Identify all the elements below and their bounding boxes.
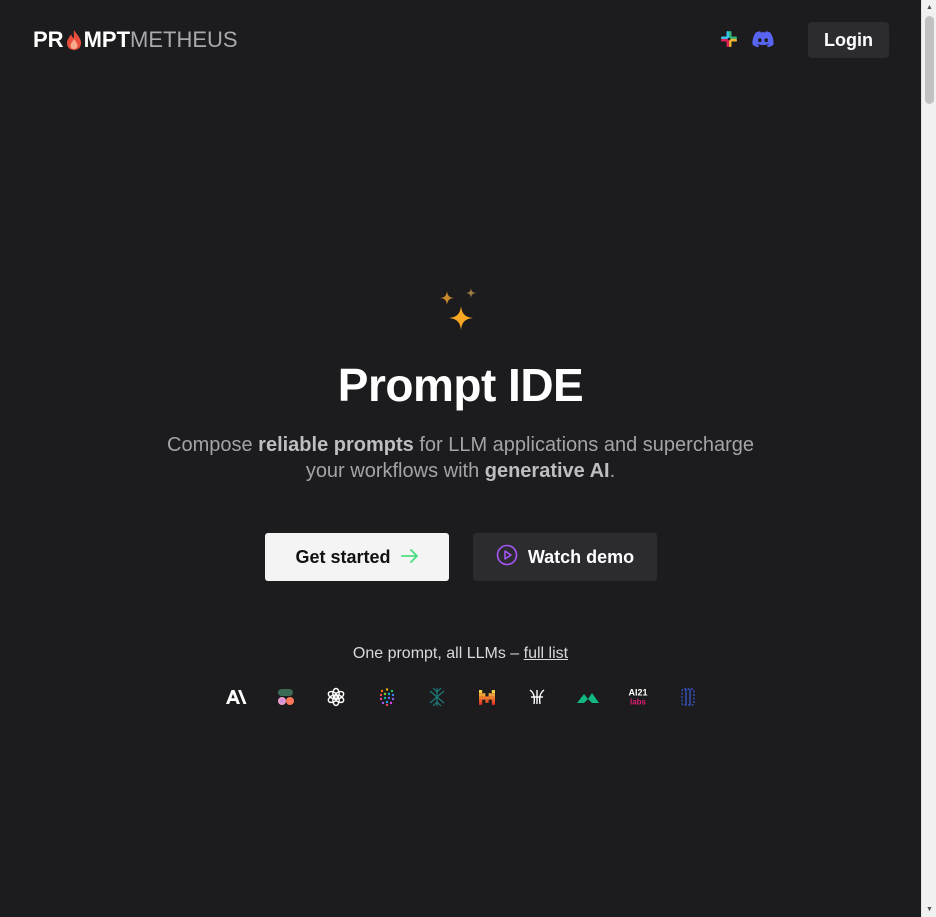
- get-started-button[interactable]: Get started: [265, 533, 449, 581]
- page: PR MPT METHEUS Login Prompt IDE Compose …: [0, 0, 921, 917]
- llm-support-text: One prompt, all LLMs –: [352, 645, 524, 662]
- full-list-link[interactable]: full list: [524, 645, 568, 662]
- llm-logo-row: AI21 labs: [224, 684, 700, 710]
- login-button[interactable]: Login: [808, 22, 889, 58]
- deepseek-icon[interactable]: [425, 685, 449, 709]
- play-circle-icon: [496, 544, 518, 571]
- scroll-down-icon[interactable]: ▼: [922, 902, 936, 917]
- cohere-icon[interactable]: [274, 685, 298, 709]
- logo-text-metheus: METHEUS: [130, 27, 238, 52]
- flame-icon: [65, 29, 83, 51]
- vertical-scrollbar[interactable]: ▲ ▼: [921, 0, 936, 917]
- gemini-icon[interactable]: [676, 685, 700, 709]
- subtitle-emphasis-generative-ai: generative AI: [484, 460, 610, 482]
- ai21-labs-icon[interactable]: AI21 labs: [626, 685, 650, 709]
- get-started-label: Get started: [295, 546, 391, 567]
- watch-demo-button[interactable]: Watch demo: [473, 533, 657, 581]
- discord-icon[interactable]: [752, 28, 774, 50]
- subtitle-text: .: [609, 460, 616, 482]
- sparkles-icon: [434, 288, 484, 346]
- slack-icon[interactable]: [718, 28, 740, 50]
- logo-text-mpt: MPT: [83, 27, 131, 52]
- svg-text:AI21: AI21: [628, 688, 647, 698]
- groq-icon[interactable]: [576, 685, 600, 709]
- llm-support-line: One prompt, all LLMs – full list: [0, 645, 921, 663]
- watch-demo-label: Watch demo: [527, 546, 635, 567]
- mistral-icon[interactable]: [475, 685, 499, 709]
- logo-text-pr: PR: [33, 27, 64, 52]
- header: PR MPT METHEUS Login: [0, 0, 921, 80]
- anthropic-icon[interactable]: [224, 685, 248, 709]
- openai-icon[interactable]: [324, 685, 348, 709]
- subtitle-text: Compose: [167, 434, 259, 456]
- scroll-up-icon[interactable]: ▲: [922, 0, 936, 15]
- hero-buttons: Get started Watch demo: [265, 533, 657, 581]
- hero-subtitle: Compose reliable prompts for LLM applica…: [160, 432, 761, 484]
- hero-title: Prompt IDE: [337, 359, 584, 411]
- arrow-right-icon: [400, 547, 419, 568]
- scrollbar-thumb[interactable]: [925, 16, 934, 104]
- svg-text:labs: labs: [630, 698, 647, 707]
- aleph-alpha-icon[interactable]: [375, 685, 399, 709]
- subtitle-emphasis-reliable-prompts: reliable prompts: [258, 434, 414, 456]
- perplexity-icon[interactable]: [525, 685, 549, 709]
- header-social-icons: [718, 28, 774, 50]
- logo[interactable]: PR MPT METHEUS: [33, 26, 238, 54]
